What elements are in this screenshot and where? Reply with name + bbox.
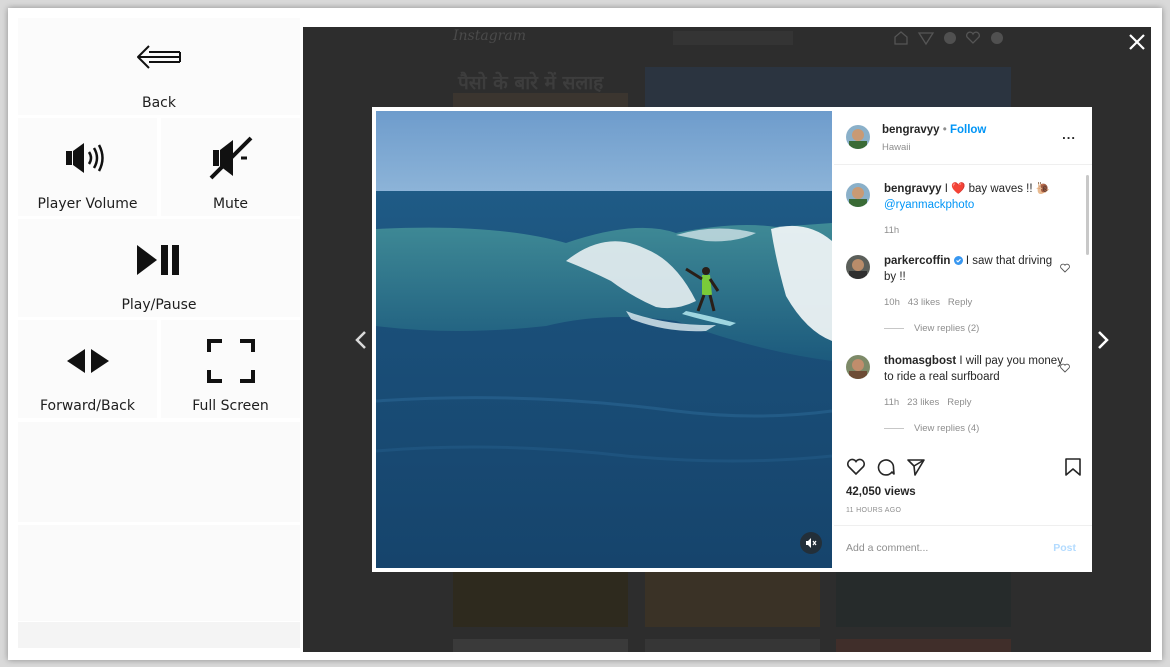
mute-label: Mute [212,196,249,212]
post-location[interactable]: Hawaii [882,142,911,153]
share-send-icon[interactable] [906,457,926,477]
avatar[interactable] [846,183,870,207]
comment-like-heart-icon[interactable] [1060,363,1070,373]
post-actions [846,457,1082,479]
play-pause-icon [137,245,179,275]
comment-time: 10h [884,297,900,308]
add-comment-bar: Add a comment... Post [834,525,1092,572]
back-label: Back [142,95,176,111]
save-bookmark-icon[interactable] [1064,457,1082,477]
avatar[interactable] [846,125,870,149]
arrow-left-icon [137,45,181,69]
post-modal: bengravyy • Follow Hawaii ... bengravyy … [372,107,1092,572]
avatar-image [846,125,870,149]
comment-likes[interactable]: 43 likes [908,297,940,308]
background-post-5 [645,639,820,652]
comment-username[interactable]: parkercoffin [884,255,950,267]
full-screen-label: Full Screen [192,398,269,414]
comment-reply-button[interactable]: Reply [948,297,972,308]
like-heart-icon[interactable] [846,457,866,477]
follow-button[interactable]: Follow [950,124,986,136]
background-video-thumb [645,67,1011,109]
avatar-image [846,183,870,207]
empty-control-slot [18,525,300,621]
post-sidebar: bengravyy • Follow Hawaii ... bengravyy … [834,107,1092,572]
forward-back-button[interactable]: Forward/Back [18,320,157,418]
comment-likes[interactable]: 23 likes [907,397,939,408]
comment-username[interactable]: thomasgbost [884,355,956,367]
comment-time: 11h [884,397,900,408]
background-nav-icons [894,31,1003,46]
surf-video-frame [376,111,832,568]
background-post-4 [453,639,628,652]
background-header: Instagram [303,27,1151,49]
post-timestamp: 11 HOURS AGO [846,507,902,514]
back-button[interactable]: Back [18,18,300,115]
background-post-1 [453,572,628,627]
post-caption: bengravyy I ❤️ bay waves !! 🐌 @ryanmackp… [846,181,1078,243]
previous-arrow-icon[interactable] [354,330,368,350]
next-arrow-icon[interactable] [1096,330,1110,350]
player-volume-label: Player Volume [37,196,138,212]
avatar-image [846,355,870,379]
comments-scrollbar[interactable] [1086,175,1089,255]
avatar[interactable] [846,355,870,379]
avatar-image [846,255,870,279]
view-replies-button[interactable]: View replies (4) [884,423,979,434]
play-pause-label: Play/Pause [121,297,197,313]
full-screen-icon [206,339,255,383]
comment-bubble-icon[interactable] [876,457,896,477]
background-post-3 [836,572,1011,627]
player-volume-button[interactable]: Player Volume [18,118,157,216]
caption-username[interactable]: bengravyy [884,183,942,195]
forward-back-icon [66,349,109,373]
view-replies-button[interactable]: View replies (2) [884,323,979,334]
caption-text: I ❤️ bay waves !! 🐌 [941,183,1051,195]
video-mute-toggle[interactable] [800,532,822,554]
media-control-panel: Back Player Volume Mute Play/Pause Forwa… [18,18,300,648]
forward-back-label: Forward/Back [39,398,135,414]
post-username[interactable]: bengravyy [882,124,940,136]
full-screen-button[interactable]: Full Screen [161,320,300,418]
close-icon[interactable] [1128,33,1146,51]
comment-input[interactable]: Add a comment... [846,542,928,554]
background-post-2 [645,572,820,627]
verified-badge-icon [953,256,963,265]
post-comment-button[interactable]: Post [1053,542,1076,554]
background-search-box [673,31,793,45]
instagram-logo: Instagram [453,28,526,44]
empty-control-slot [18,622,300,648]
caption-mention[interactable]: @ryanmackphoto [884,199,974,211]
more-options-button[interactable]: ... [1062,127,1076,142]
comment-item: thomasgbost I will pay you money to ride… [846,353,1078,443]
avatar[interactable] [846,255,870,279]
background-post-6 [836,639,1011,652]
view-count[interactable]: 42,050 views [846,486,916,498]
empty-control-slot [18,422,300,522]
caption-time: 11h [884,225,900,236]
post-video[interactable] [376,111,832,568]
background-image [453,93,628,107]
background-heading: पैसो के बारे में सलाह [458,72,604,94]
play-pause-button[interactable]: Play/Pause [18,219,300,317]
volume-icon [65,143,104,173]
post-header: bengravyy • Follow Hawaii ... [834,107,1092,165]
comment-item: parkercoffin I saw that driving by !! 10… [846,253,1078,343]
separator-dot: • [942,124,950,136]
mute-icon [209,136,252,180]
comment-like-heart-icon[interactable] [1060,263,1070,273]
comment-reply-button[interactable]: Reply [947,397,971,408]
speaker-muted-icon [806,538,817,548]
mute-button[interactable]: Mute [161,118,300,216]
